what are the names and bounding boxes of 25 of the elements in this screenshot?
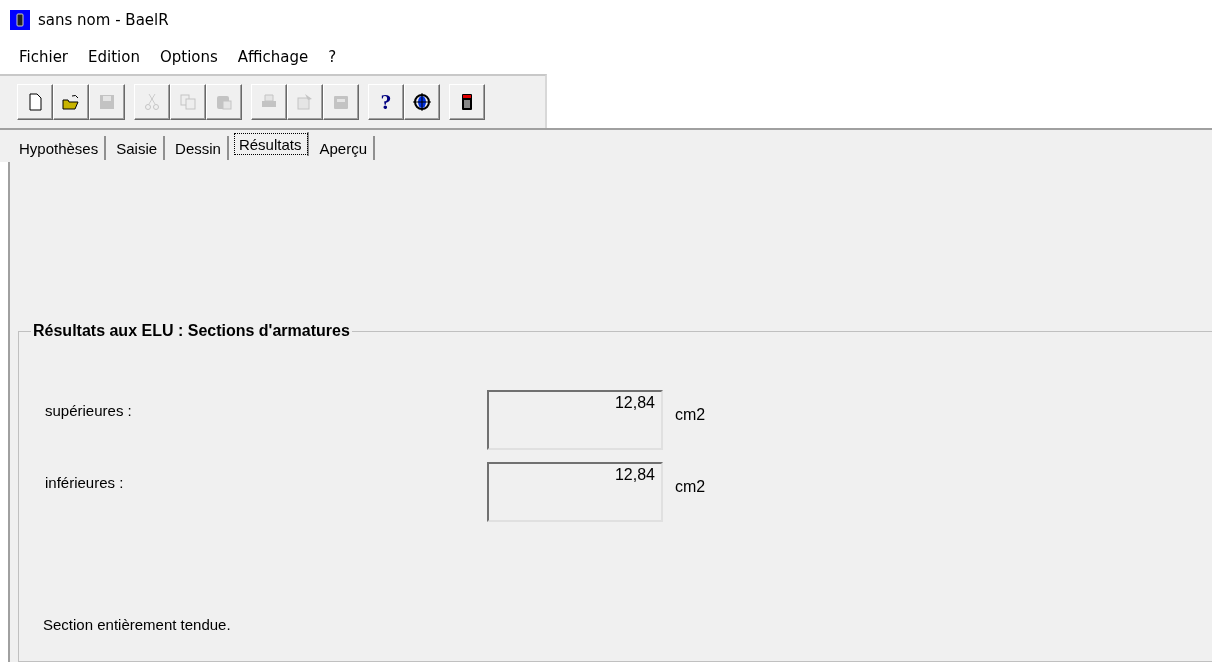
value-field: 12,84 <box>487 390 663 450</box>
scissors-icon <box>142 92 162 112</box>
copy-icon <box>178 92 198 112</box>
globe-button[interactable] <box>404 84 440 120</box>
field-label: supérieures : <box>45 401 133 419</box>
group-title: Résultats aux ELU : Sections d'armatures <box>32 322 351 340</box>
new-button[interactable] <box>17 84 53 120</box>
folder-icon <box>61 92 81 112</box>
field-label: inférieures : <box>45 473 125 491</box>
menu-item[interactable]: Options <box>159 48 218 66</box>
window-title: sans nom - BaelR <box>38 11 169 29</box>
open-button[interactable] <box>53 84 89 120</box>
menu-item[interactable]: Fichier <box>19 48 69 66</box>
help-button[interactable]: ? <box>368 84 404 120</box>
calculator-button[interactable] <box>449 84 485 120</box>
tab[interactable]: Résultats <box>232 132 310 156</box>
menu-item[interactable]: Edition <box>88 48 140 66</box>
menu-item[interactable]: ? <box>328 48 337 66</box>
app-icon <box>10 10 30 30</box>
value-field: 12,84 <box>487 462 663 522</box>
unit-label: cm2 <box>674 477 706 496</box>
menu-item[interactable]: Affichage <box>237 48 309 66</box>
unit-label: cm2 <box>674 405 706 424</box>
status-note: Section entièrement tendue. <box>43 616 232 633</box>
globe-icon <box>412 92 432 112</box>
